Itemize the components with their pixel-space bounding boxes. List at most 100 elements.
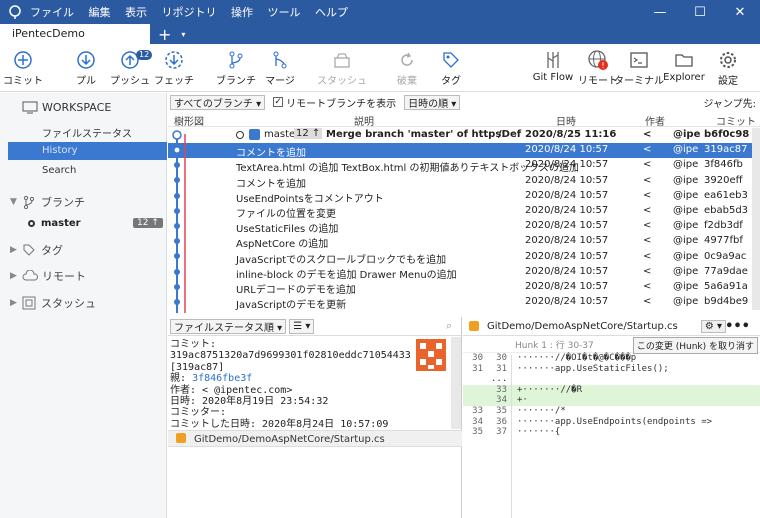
committer-line: コミッター: <box>170 407 227 419</box>
menu-tools[interactable]: ツール <box>268 6 301 19</box>
sidebar-section-branches[interactable]: ▼ ブランチ <box>10 194 85 210</box>
commit-row[interactable]: UseEndPointsをコメントアウト 2020/8/24 10:57 < @… <box>168 189 760 205</box>
commit-description: JavaScriptでのスクロールブロックでもを追加 <box>236 254 447 266</box>
commit-author: < <box>643 129 652 140</box>
commit-info-scrollbar[interactable] <box>451 337 461 429</box>
tab-dropdown-button[interactable]: ▾ <box>181 26 185 44</box>
changed-file-row[interactable]: GitDemo/DemoAspNetCore/Startup.cs <box>168 430 462 447</box>
menu-repository[interactable]: リポジトリ <box>162 6 217 19</box>
menu-bar: ファイル 編集 表示 リポジトリ 操作 ツール ヘルプ <box>30 4 359 20</box>
commit-row[interactable]: コメントを追加 2020/8/24 10:57 < @ipe 319ac87 <box>168 143 760 160</box>
settings-button[interactable]: 設定 <box>700 48 756 87</box>
commit-path: /Def <box>498 129 522 140</box>
commit-row[interactable]: ファイルの位置を変更 2020/8/24 10:57 < @ipe ebab5d… <box>168 204 760 220</box>
maximize-button[interactable]: ☐ <box>680 0 720 24</box>
chevron-right-icon: ▶ <box>10 298 17 308</box>
toolbar: コミット プル 12 プッシュ フェッチ ブランチ マージ スタッシュ 破棄 タ… <box>0 44 760 92</box>
commit-row[interactable]: JavaScriptのデモを更新 2020/8/24 10:57 < @ipe … <box>168 295 760 310</box>
commit-author: < <box>643 220 652 232</box>
commit-button[interactable]: コミット <box>0 48 51 87</box>
fetch-button[interactable]: フェッチ <box>146 48 202 87</box>
history-scrollbar[interactable] <box>752 128 760 310</box>
discard-hunk-button[interactable]: この変更 (Hunk) を取り消す <box>632 337 758 354</box>
commit-author: < <box>643 174 652 186</box>
commit-description: コメントを追加 <box>236 148 306 160</box>
sidebar-branch-master[interactable]: master <box>28 218 81 229</box>
col-graph[interactable]: 樹形図 <box>174 113 204 128</box>
menu-file[interactable]: ファイル <box>30 6 74 19</box>
sidebar-item-history[interactable]: History <box>8 142 167 160</box>
commit-author: < <box>643 159 652 171</box>
new-tab-button[interactable]: + <box>158 26 171 44</box>
monitor-icon <box>22 101 38 114</box>
more-options-icon[interactable]: ••• <box>725 319 750 334</box>
cloud-icon <box>22 270 38 281</box>
commit-date: 2020/8/24 10:57 <box>525 250 609 262</box>
show-remote-checkbox[interactable]: ✓ <box>273 97 284 107</box>
merge-button[interactable]: マージ <box>252 48 308 87</box>
sidebar-item-file-status[interactable]: ファイルステータス <box>8 122 167 140</box>
col-commit[interactable]: コミット <box>716 113 756 128</box>
commit-detail-pane: ファイルステータス順 ▾ ☰ ▾ ⌕ コミット: 319ac8751320a7d… <box>168 317 462 518</box>
author-avatar <box>416 339 446 371</box>
commit-info: コミット: 319ac8751320a7d9699301f02810eddc71… <box>170 339 440 430</box>
commit-author: < <box>643 189 652 201</box>
commit-row[interactable]: AspNetCore の追加 2020/8/24 10:57 < @ipe 49… <box>168 234 760 250</box>
modified-file-icon <box>469 321 479 331</box>
col-author[interactable]: 作者 <box>645 113 665 128</box>
parent-hash-link[interactable]: 3f846fbe3f <box>192 373 252 384</box>
commit-date: 2020/8/24 10:57 <box>525 296 609 308</box>
sidebar-section-tags[interactable]: ▶ タグ <box>10 242 63 258</box>
file-sort-dropdown[interactable]: ファイルステータス順 ▾ <box>170 318 287 334</box>
diff-line: 31 31 ·······app.UseStaticFiles(); <box>472 363 669 374</box>
commit-date: 2020/8/24 10:57 <box>525 235 609 247</box>
diff-options-button[interactable]: ⚙ ▾ <box>700 319 726 333</box>
branch-filter-dropdown[interactable]: すべてのブランチ ▾ <box>170 94 266 110</box>
commit-email: @ipe <box>673 159 699 171</box>
commit-full-hash: 319ac8751320a7d9699301f02810eddc71054433 <box>170 350 411 362</box>
commit-row[interactable]: URLデコードのデモを追加 2020/8/24 10:57 < @ipe 5a6… <box>168 280 760 296</box>
col-date[interactable]: 日時 <box>556 113 576 128</box>
commit-parent: 親: 3f846fbe3f <box>170 373 253 385</box>
commit-row[interactable]: inline-block のデモを追加 Drawer Menuの追加 2020/… <box>168 265 760 281</box>
order-dropdown[interactable]: 日時の順 ▾ <box>404 94 461 110</box>
commit-email: @ipe <box>673 129 701 140</box>
close-button[interactable]: ✕ <box>720 0 760 24</box>
hunk-bar: Hunk 1 : 行 30-37 この変更 (Hunk) を取り消す <box>463 336 760 354</box>
file-list-mode-dropdown[interactable]: ☰ ▾ <box>289 318 315 334</box>
commit-row[interactable]: TextArea.html の追加 TextBox.html の初期値ありテキス… <box>168 158 760 174</box>
search-icon[interactable]: ⌕ <box>446 319 452 333</box>
commit-description: JavaScriptのデモを更新 <box>236 300 347 310</box>
chevron-right-icon: ▶ <box>10 245 17 255</box>
diff-lines: 30 30 ·······//�OI�t�@�C���p 31 31 ·······ap… <box>463 353 760 438</box>
commit-date: 2020/8/24 10:57 <box>525 189 609 201</box>
tab-repository[interactable]: iPentecDemo <box>0 24 150 44</box>
menu-actions[interactable]: 操作 <box>231 6 253 19</box>
minimize-button[interactable]: — <box>640 0 680 24</box>
pull-icon <box>77 51 95 69</box>
commit-short-hash: [319ac87] <box>170 361 225 373</box>
svg-text:!: ! <box>601 61 604 70</box>
menu-edit[interactable]: 編集 <box>89 6 111 19</box>
col-description[interactable]: 説明 <box>354 113 374 128</box>
master-ahead-badge: 12 ↑ <box>133 218 163 228</box>
commit-row[interactable]: コメントを追加 2020/8/24 10:57 < @ipe 3920eff <box>168 174 760 190</box>
commit-description: ファイルの位置を変更 <box>236 208 336 220</box>
sourcetree-logo-icon <box>8 5 22 19</box>
sidebar-item-search[interactable]: Search <box>8 162 167 180</box>
diff-line: 33 35 ·······/* <box>472 405 566 416</box>
commit-row[interactable]: UseStaticFiles の追加 2020/8/24 10:57 < @ip… <box>168 219 760 235</box>
stash-button[interactable]: スタッシュ <box>314 48 370 87</box>
folder-icon <box>675 54 693 67</box>
menu-help[interactable]: ヘルプ <box>315 6 348 19</box>
sidebar-section-remotes[interactable]: ▶ リモート <box>10 268 86 284</box>
stash-icon <box>22 296 36 310</box>
tag-button[interactable]: タグ <box>423 48 479 87</box>
sidebar-section-stashes[interactable]: ▶ スタッシュ <box>10 295 96 311</box>
commit-date: 2020/8/24 10:57 <box>525 174 609 186</box>
menu-view[interactable]: 表示 <box>125 6 147 19</box>
commit-row[interactable]: master 12 ↑ Merge branch 'master' of htt… <box>168 128 760 143</box>
chevron-right-icon: ▶ <box>10 271 17 281</box>
commit-author: < <box>643 265 652 277</box>
commit-row[interactable]: JavaScriptでのスクロールブロックでもを追加 2020/8/24 10:… <box>168 250 760 266</box>
